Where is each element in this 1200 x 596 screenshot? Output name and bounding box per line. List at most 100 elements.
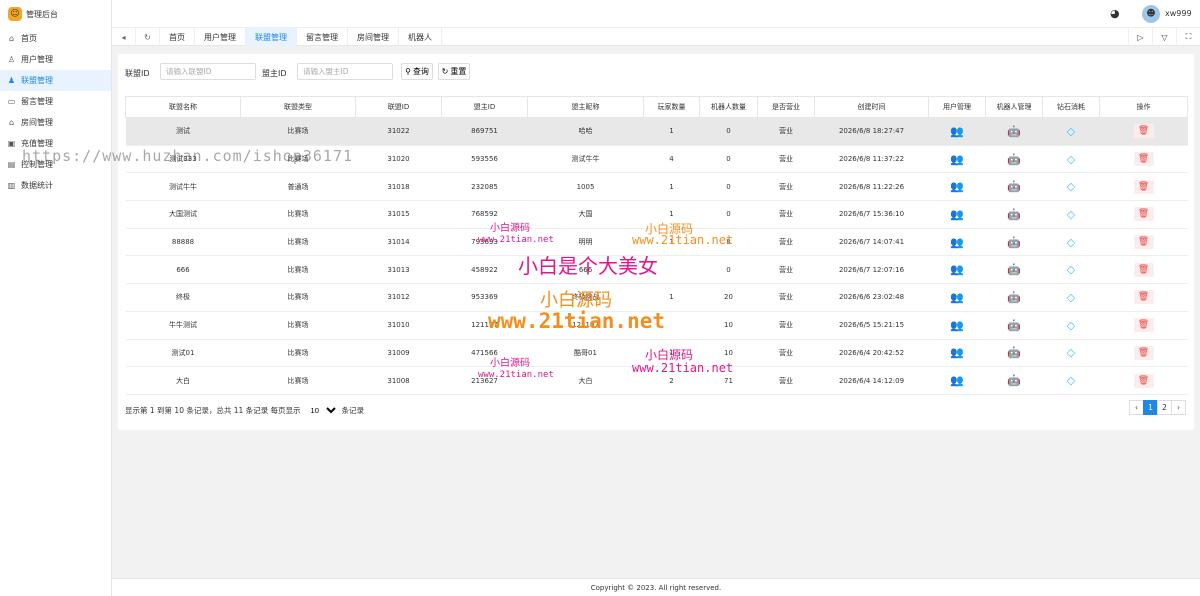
table-cell: 31008 [355,366,442,395]
diamond-icon[interactable]: ◇ [1067,236,1075,249]
table-cell: 测试牛牛 [527,145,644,174]
delete-button[interactable]: 🗑 [1133,152,1154,167]
table-cell: 10 [699,311,758,340]
table-row[interactable]: 大白 比赛场 31008 213627 大白 2 71 营业 2026/6/4 14:12:09… [125,366,1188,395]
user-management-icon[interactable]: 👥 [950,125,964,138]
table-row[interactable]: 大国测试 比赛场 31015 768592 大国 1 0 营业 2026/6/7 15:36:1… [125,200,1188,229]
diamond-icon[interactable]: ◇ [1067,208,1075,221]
prev-page-button[interactable]: ‹ [1129,400,1144,415]
table-cell: 🤖 [985,255,1043,285]
page-button-2[interactable]: 2 [1157,400,1172,415]
tab-messages[interactable]: 留言管理 [297,28,348,46]
robot-icon[interactable]: 🤖 [1007,236,1021,249]
user-management-icon[interactable]: 👥 [950,263,964,276]
table-row[interactable]: 测试 比赛场 31022 869751 哈哈 1 0 营业 2026/6/8 18:27:47 👥… [125,117,1188,146]
tab-scroll-right-button[interactable]: ▷ [1128,28,1152,46]
sidebar-item-users[interactable]: ♙ 用户管理 [0,49,111,70]
sidebar-item-rooms[interactable]: ⌂ 房间管理 [0,112,111,133]
diamond-icon[interactable]: ◇ [1067,291,1075,304]
reset-button[interactable]: ↻ 重置 [438,63,470,80]
user-management-icon[interactable]: 👥 [950,319,964,332]
tab-robots[interactable]: 机器人 [399,28,442,46]
table-cell: 👥 [928,228,986,257]
search-button[interactable]: ⚲ 查询 [401,63,433,80]
robot-icon[interactable]: 🤖 [1007,180,1021,193]
table-row[interactable]: 88888 比赛场 31014 793693 明明 1 8 营业 2026/6/7 14:07:… [125,228,1188,257]
delete-button[interactable]: 🗑 [1133,345,1154,360]
diamond-icon[interactable]: ◇ [1067,153,1075,166]
diamond-icon[interactable]: ◇ [1067,125,1075,138]
table-cell: 1 [643,200,700,229]
table-cell: 营业 [757,200,815,229]
robot-icon[interactable]: 🤖 [1007,263,1021,276]
table-row[interactable]: 测试01 比赛场 31009 471566 酷哥01 1 10 营业 2026/6/4 20:4… [125,339,1188,368]
table-cell: 营业 [757,145,815,174]
fullscreen-button[interactable]: ⛶ [1176,28,1200,46]
table-row[interactable]: 666 比赛场 31013 458922 666 0 营业 2026/6/7 12:07:16… [125,255,1188,285]
robot-icon[interactable]: 🤖 [1007,374,1021,387]
table-cell: 🗑 [1099,366,1188,395]
delete-button[interactable]: 🗑 [1133,124,1154,139]
user-management-icon[interactable]: 👥 [950,346,964,359]
robot-icon[interactable]: 🤖 [1007,125,1021,138]
app-logo[interactable]: ☺ 管理后台 [0,0,111,28]
table-cell: 593556 [441,145,528,174]
sidebar-item-union[interactable]: ♟ 联盟管理 [0,70,111,91]
robot-icon[interactable]: 🤖 [1007,319,1021,332]
user-management-icon[interactable]: 👥 [950,236,964,249]
sidebar-item-control[interactable]: ▤ 控制管理 [0,154,111,175]
table-cell: 121197 [527,311,644,340]
user-management-icon[interactable]: 👥 [950,180,964,193]
username[interactable]: xw999 [1165,9,1192,18]
tab-menu-button[interactable]: ▽ [1152,28,1176,46]
diamond-icon[interactable]: ◇ [1067,319,1075,332]
table-cell: ◇ [1042,311,1100,340]
robot-icon[interactable]: 🤖 [1007,208,1021,221]
page-button-1[interactable]: 1 [1143,400,1158,415]
diamond-icon[interactable]: ◇ [1067,346,1075,359]
copyright-text: Copyright © 2023. All right reserved. [590,583,722,592]
table-row[interactable]: 测试333 比赛场 31020 593556 测试牛牛 4 0 营业 2026/6/8 11:3… [125,145,1188,174]
sidebar-item-messages[interactable]: ▭ 留言管理 [0,91,111,112]
table-row[interactable]: 终极 比赛场 31012 953369 终极挑战 1 20 营业 2026/6/6 23:02:… [125,283,1188,312]
user-management-icon[interactable]: 👥 [950,153,964,166]
delete-button[interactable]: 🗑 [1133,262,1154,277]
palette-icon[interactable]: ◕ [1110,7,1120,20]
next-page-button[interactable]: › [1171,400,1186,415]
diamond-icon[interactable]: ◇ [1067,374,1075,387]
diamond-icon[interactable]: ◇ [1067,263,1075,276]
tab-scroll-left-button[interactable]: ◂ [112,28,136,46]
column-header: 钻石消耗 [1042,96,1100,118]
sidebar-item-home[interactable]: ⌂ 首页 [0,28,111,49]
delete-button[interactable]: 🗑 [1133,235,1154,250]
diamond-icon[interactable]: ◇ [1067,180,1075,193]
sidebar: ☺ 管理后台 ⌂ 首页 ♙ 用户管理 ♟ 联盟管理 ▭ 留言管理 ⌂ 房间管理 ▣ 充值管理… [0,0,112,596]
avatar[interactable]: ☻ [1142,5,1160,23]
user-management-icon[interactable]: 👥 [950,291,964,304]
user-management-icon[interactable]: 👥 [950,374,964,387]
delete-button[interactable]: 🗑 [1133,179,1154,194]
delete-button[interactable]: 🗑 [1133,373,1154,388]
table-row[interactable]: 牛牛测试 比赛场 31010 121197 121197 10 营业 2026/6/5 15:… [125,311,1188,340]
sidebar-item-stats[interactable]: ▥ 数据统计 [0,175,111,196]
table-cell: 2026/6/4 20:42:52 [814,339,929,368]
robot-icon[interactable]: 🤖 [1007,346,1021,359]
table-row[interactable]: 测试牛牛 普通场 31018 232085 1005 1 0 营业 2026/6/8 11:22… [125,172,1188,202]
tab-rooms[interactable]: 房间管理 [348,28,399,46]
user-management-icon[interactable]: 👥 [950,208,964,221]
delete-button[interactable]: 🗑 [1133,207,1154,222]
page-size-select[interactable]: 10 [303,404,339,417]
tab-union[interactable]: 联盟管理 [246,28,297,46]
union-id-input[interactable] [160,63,256,80]
owner-id-input[interactable] [297,63,393,80]
tab-users[interactable]: 用户管理 [195,28,246,46]
trash-icon: 🗑 [1137,292,1150,303]
table-cell: 营业 [757,228,815,257]
tab-home[interactable]: 首页 [160,28,195,46]
refresh-button[interactable]: ↻ [136,28,160,46]
sidebar-item-recharge[interactable]: ▣ 充值管理 [0,133,111,154]
robot-icon[interactable]: 🤖 [1007,291,1021,304]
delete-button[interactable]: 🗑 [1133,318,1154,333]
delete-button[interactable]: 🗑 [1133,290,1154,305]
robot-icon[interactable]: 🤖 [1007,153,1021,166]
